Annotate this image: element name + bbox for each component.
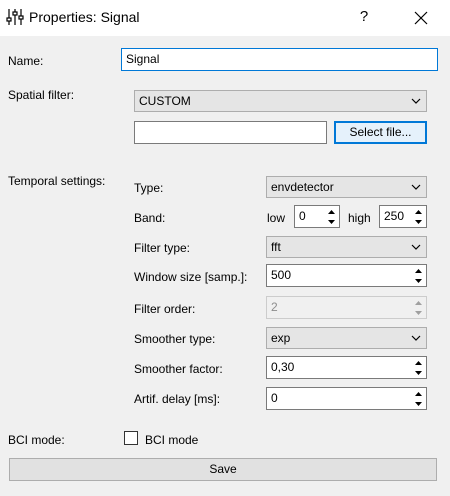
spin-up-icon[interactable] (412, 358, 425, 367)
sliders-icon (6, 9, 24, 25)
band-high-value: 250 (384, 209, 405, 223)
close-icon[interactable] (410, 7, 432, 29)
band-label: Band: (134, 211, 166, 225)
artif-delay-spinner[interactable]: 0 (266, 387, 427, 410)
smoother-factor-spinner[interactable]: 0,30 (266, 356, 427, 379)
bci-mode-checkbox-label[interactable]: BCI mode (145, 433, 198, 447)
chevron-down-icon (411, 244, 421, 250)
spatial-filter-value: CUSTOM (139, 94, 191, 108)
spin-up-icon[interactable] (412, 207, 425, 216)
spin-down-icon[interactable] (412, 217, 425, 226)
band-low-value: 0 (299, 209, 306, 223)
filter-order-value: 2 (271, 300, 278, 314)
band-high-spinner[interactable]: 250 (379, 205, 427, 228)
window-size-value: 500 (271, 268, 292, 282)
spatial-filter-label: Spatial filter: (8, 88, 75, 102)
title-bar: Properties: Signal ? (0, 0, 450, 36)
spin-up-icon[interactable] (412, 389, 425, 398)
smoother-factor-label: Smoother factor: (134, 362, 223, 376)
spin-down-icon (412, 308, 425, 317)
temporal-settings-label: Temporal settings: (8, 174, 106, 188)
filter-type-select[interactable]: fft (266, 236, 427, 258)
smoother-type-select[interactable]: exp (266, 327, 427, 349)
filter-type-label: Filter type: (134, 241, 191, 255)
artif-delay-label: Artif. delay [ms]: (134, 392, 221, 406)
spatial-file-input[interactable] (134, 121, 327, 144)
window-size-label: Window size [samp.]: (134, 270, 248, 284)
artif-delay-value: 0 (271, 391, 278, 405)
filter-order-label: Filter order: (134, 302, 196, 316)
filter-type-value: fft (271, 240, 281, 254)
name-label: Name: (8, 54, 44, 68)
type-label: Type: (134, 181, 164, 195)
select-file-button[interactable]: Select file... (334, 121, 427, 144)
spin-down-icon[interactable] (412, 368, 425, 377)
spin-up-icon[interactable] (412, 266, 425, 275)
spin-down-icon[interactable] (325, 217, 338, 226)
smoother-factor-value: 0,30 (271, 360, 295, 374)
window-size-spinner[interactable]: 500 (266, 264, 427, 287)
window-title: Properties: Signal (29, 9, 140, 25)
chevron-down-icon (411, 335, 421, 341)
spin-down-icon[interactable] (412, 276, 425, 285)
type-value: envdetector (271, 180, 334, 194)
help-icon[interactable]: ? (354, 7, 374, 27)
band-low-label: low (267, 211, 286, 225)
bci-mode-label: BCI mode: (8, 433, 65, 447)
name-input[interactable]: Signal (121, 48, 438, 71)
spin-down-icon[interactable] (412, 399, 425, 408)
filter-order-spinner[interactable]: 2 (266, 296, 427, 319)
band-high-label: high (348, 211, 371, 225)
spatial-filter-select[interactable]: CUSTOM (134, 90, 427, 112)
smoother-type-label: Smoother type: (134, 332, 216, 346)
bci-mode-checkbox[interactable] (124, 431, 138, 445)
band-low-spinner[interactable]: 0 (294, 205, 340, 228)
smoother-type-value: exp (271, 331, 291, 345)
chevron-down-icon (411, 184, 421, 190)
chevron-down-icon (411, 98, 421, 104)
type-select[interactable]: envdetector (266, 176, 427, 198)
save-button[interactable]: Save (9, 458, 437, 481)
spin-up-icon (412, 298, 425, 307)
spin-up-icon[interactable] (325, 207, 338, 216)
